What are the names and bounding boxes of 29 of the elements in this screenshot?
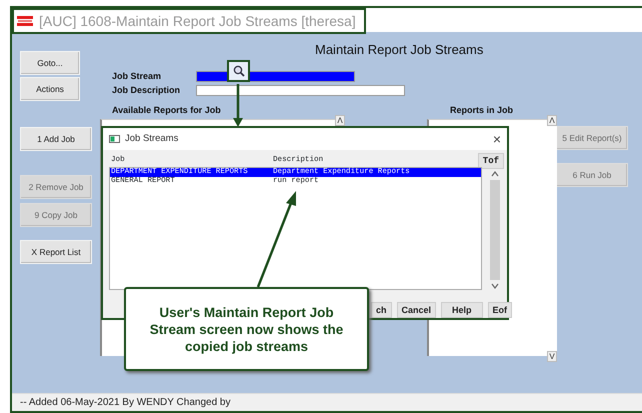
bottom-button[interactable]: Eof [488, 302, 512, 318]
list-label: Reports in Job [449, 104, 514, 117]
button[interactable]: 1 Add Job [20, 127, 92, 151]
scroll-up-button[interactable]: Λ [547, 115, 557, 126]
screen-heading: Maintain Report Job Streams [314, 41, 484, 58]
list-label: Available Reports for Job [111, 104, 222, 117]
button[interactable]: X Report List [20, 240, 92, 264]
button[interactable]: Actions [20, 77, 80, 101]
status-text: -- Added 06-May-2021 By WENDY Changed by [20, 397, 230, 408]
callout-text: User's Maintain Report Job Stream screen now shows the copied job streams [148, 304, 344, 354]
button[interactable]: Help [441, 302, 483, 318]
top-button[interactable]: Tof [478, 153, 504, 169]
close-button[interactable]: × [492, 128, 501, 150]
field-label: Job Stream [111, 70, 162, 83]
button[interactable]: ch [371, 302, 392, 318]
chevron-down-icon [491, 282, 499, 290]
dialog-title: Job Streams [125, 132, 178, 146]
scroll-down-button[interactable]: V [547, 351, 557, 362]
scroll-bar[interactable] [489, 170, 501, 290]
field-label: Job Description [111, 84, 182, 97]
input-field[interactable] [196, 85, 405, 96]
window-icon [109, 135, 120, 143]
search-icon[interactable] [227, 60, 250, 82]
scroll-up-button[interactable]: Λ [335, 115, 345, 126]
chevron-up-icon [491, 170, 499, 178]
button[interactable]: Cancel [396, 302, 436, 318]
window-title: [AUC] 1608-Maintain Report Job Streams [theresa] [39, 12, 356, 31]
button[interactable]: Goto... [20, 51, 80, 75]
logo-icon [17, 16, 33, 26]
